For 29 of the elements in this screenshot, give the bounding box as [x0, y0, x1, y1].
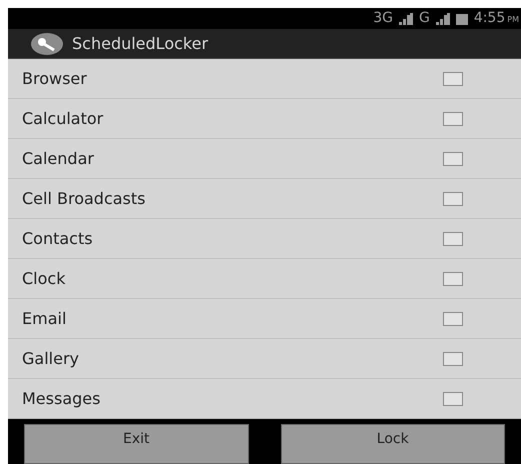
checkbox[interactable]: [443, 392, 463, 406]
checkbox[interactable]: [443, 112, 463, 126]
app-label: Calendar: [22, 148, 94, 170]
app-label: Gallery: [22, 348, 79, 370]
signal-icon: [398, 12, 413, 24]
checkbox[interactable]: [443, 72, 463, 86]
checkbox[interactable]: [443, 232, 463, 246]
app-label: Calculator: [22, 108, 104, 130]
network-label: 3G: [373, 9, 393, 28]
exit-button[interactable]: Exit: [24, 424, 248, 464]
lock-button[interactable]: Lock: [280, 424, 505, 464]
checkbox[interactable]: [443, 352, 463, 366]
app-label: Cell Broadcasts: [22, 188, 146, 210]
app-label: Clock: [22, 268, 66, 290]
app-title: ScheduledLocker: [72, 32, 208, 54]
battery-icon: [456, 12, 468, 24]
app-label: Messages: [22, 388, 100, 410]
checkbox[interactable]: [443, 272, 463, 286]
checkbox[interactable]: [443, 152, 463, 166]
checkbox[interactable]: [443, 312, 463, 326]
network-label: G: [418, 9, 430, 28]
app-label: Email: [22, 308, 66, 330]
app-label: Contacts: [22, 228, 93, 250]
checkbox[interactable]: [443, 192, 463, 206]
clock-time: 4:55: [474, 9, 506, 28]
app-label: Browser: [22, 68, 87, 90]
key-icon: [30, 32, 64, 56]
clock-suffix: PM: [507, 14, 519, 26]
signal-icon: [436, 12, 450, 24]
